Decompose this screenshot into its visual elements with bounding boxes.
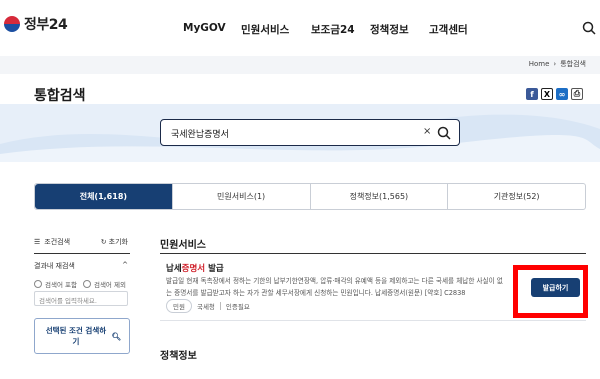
nav-item-subsidy24[interactable]: 보조금24 — [311, 22, 355, 37]
auth-label: 인증필요 — [225, 303, 250, 311]
x-icon[interactable]: X — [541, 88, 553, 100]
radio-exclude[interactable]: 검색어 제외 — [82, 279, 126, 289]
divider — [34, 253, 130, 254]
result-meta: 민원 국세청 인증필요 — [166, 299, 250, 313]
link-icon[interactable]: ∞ — [556, 88, 568, 100]
radio-include[interactable]: 검색어 포함 — [34, 279, 77, 289]
search-icon[interactable] — [582, 21, 596, 35]
conditions-label: ☰ 조건검색 — [34, 238, 71, 246]
apply-filters-button[interactable]: 선택된 조건 검색하기 🔍︎ — [34, 318, 130, 354]
chevron-up-icon: ^ — [122, 261, 128, 269]
refresh-icon: ↻ — [100, 238, 107, 246]
refine-search-toggle[interactable]: 결과내 재검색 ^ — [34, 261, 128, 271]
refine-options: 검색어 포함 검색어 제외 — [34, 279, 126, 289]
taegeuk-logo-icon — [4, 16, 20, 32]
nav-item-customer-center[interactable]: 고객센터 — [429, 22, 468, 37]
share-icons: f X ∞ ⎙ — [526, 88, 583, 100]
result-description: 발급일 현재 독촉장에서 정하는 기한의 납부기한연장액, 압류·매각의 유예액… — [166, 277, 503, 297]
chevron-right-icon: › — [553, 60, 557, 68]
issue-button[interactable]: 발급하기 — [531, 278, 580, 297]
divider — [219, 302, 221, 310]
reset-button[interactable]: ↻ 초기화 — [101, 237, 128, 247]
agency-label: 국세청 — [196, 303, 215, 311]
breadcrumb-home[interactable]: Home — [529, 60, 550, 68]
nav-item-mygov[interactable]: MyGOV — [183, 22, 226, 34]
category-chip: 민원 — [166, 299, 192, 313]
tab-civil-services[interactable]: 민원서비스(1) — [173, 184, 311, 209]
divider — [160, 253, 586, 254]
result-tabs: 전체(1,618) 민원서비스(1) 정책정보(1,565) 기관정보(52) — [34, 183, 586, 210]
tab-agency-info[interactable]: 기관정보(52) — [448, 184, 585, 209]
tab-all[interactable]: 전체(1,618) — [35, 184, 173, 209]
section-title-policy-info: 정책정보 — [160, 351, 197, 362]
breadcrumb-current: 통합검색 — [560, 60, 586, 68]
search-input[interactable]: 국세완납증명서 × — [160, 119, 460, 146]
divider — [160, 320, 586, 321]
sliders-icon: ☰ — [34, 238, 41, 246]
site-logo[interactable]: 정부24 — [4, 14, 68, 34]
search-icon: 🔍︎ — [111, 331, 121, 341]
site-header: 정부24 MyGOV 민원서비스 보조금24 정책정보 고객센터 — [0, 0, 600, 56]
refine-search-input[interactable]: 검색어를 입력하세요. — [34, 291, 128, 306]
result-title-link[interactable]: 납세증명서 발급 — [166, 262, 224, 274]
breadcrumb: Home › 통합검색 — [529, 59, 586, 69]
facebook-icon[interactable]: f — [526, 88, 538, 100]
search-submit-icon[interactable] — [437, 126, 451, 140]
page-title: 통합검색 — [34, 88, 86, 104]
search-query: 국세완납증명서 — [171, 130, 229, 140]
logo-text: 정부24 — [24, 17, 68, 33]
nav-item-policy-info[interactable]: 정책정보 — [370, 22, 409, 37]
nav-item-civil-services[interactable]: 민원서비스 — [241, 22, 289, 37]
section-title-civil-services: 민원서비스 — [160, 240, 206, 251]
tab-policy-info[interactable]: 정책정보(1,565) — [311, 184, 449, 209]
refine-label: 결과내 재검색 — [34, 262, 75, 270]
clear-icon[interactable]: × — [423, 126, 431, 137]
filter-header: ☰ 조건검색 ↻ 초기화 — [34, 237, 128, 247]
breadcrumb-bar — [0, 56, 600, 74]
print-icon[interactable]: ⎙ — [571, 88, 583, 100]
